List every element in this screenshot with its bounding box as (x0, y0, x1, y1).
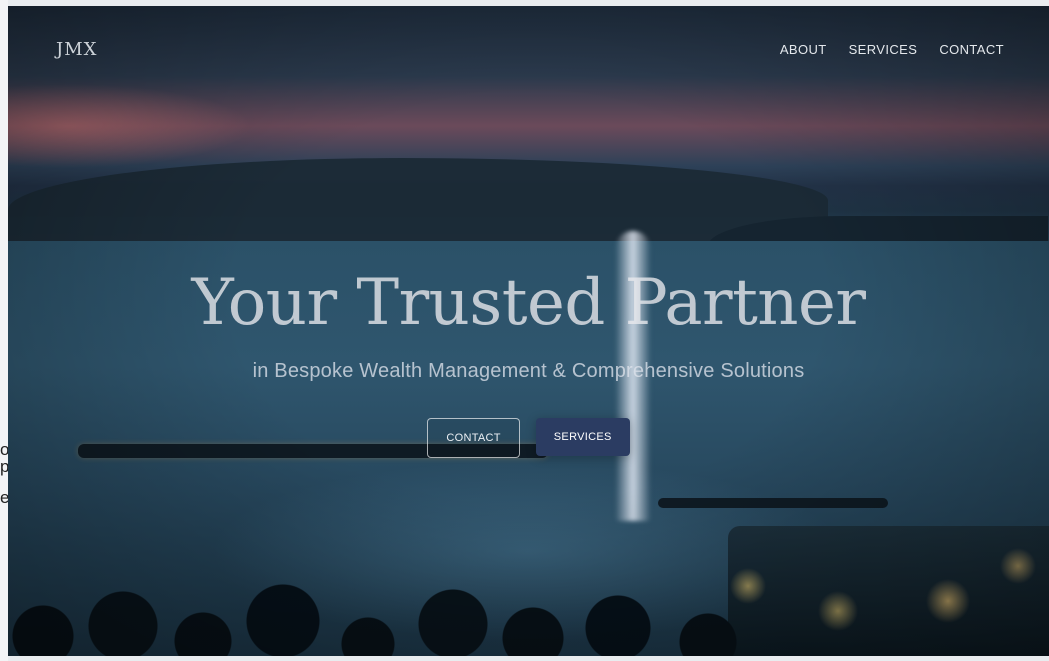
hero-headline: Your Trusted Partner (191, 266, 866, 340)
hero-subheadline: in Bespoke Wealth Management & Comprehen… (252, 360, 805, 382)
left-edge-text-fragment-2: p (0, 457, 8, 476)
nav-link-services[interactable]: SERVICES (849, 42, 918, 57)
left-edge-text-fragment-3: er (0, 488, 8, 507)
brand-logo[interactable]: JMX (56, 39, 97, 60)
nav-link-about[interactable]: ABOUT (780, 42, 827, 57)
nav-links: ABOUT SERVICES CONTACT (780, 42, 1004, 57)
hero-cta-row: CONTACT SERVICES (8, 418, 1049, 458)
hero-text-block: Your Trusted Partner in Bespoke Wealth M… (8, 271, 1049, 383)
nav-link-contact[interactable]: CONTACT (939, 42, 1004, 57)
hero-section: JMX ABOUT SERVICES CONTACT Your Trusted … (8, 6, 1049, 656)
contact-button[interactable]: CONTACT (427, 418, 520, 458)
left-edge-partial-content: o p er (0, 0, 8, 661)
services-button[interactable]: SERVICES (535, 418, 630, 456)
top-navigation: JMX ABOUT SERVICES CONTACT (8, 6, 1049, 96)
